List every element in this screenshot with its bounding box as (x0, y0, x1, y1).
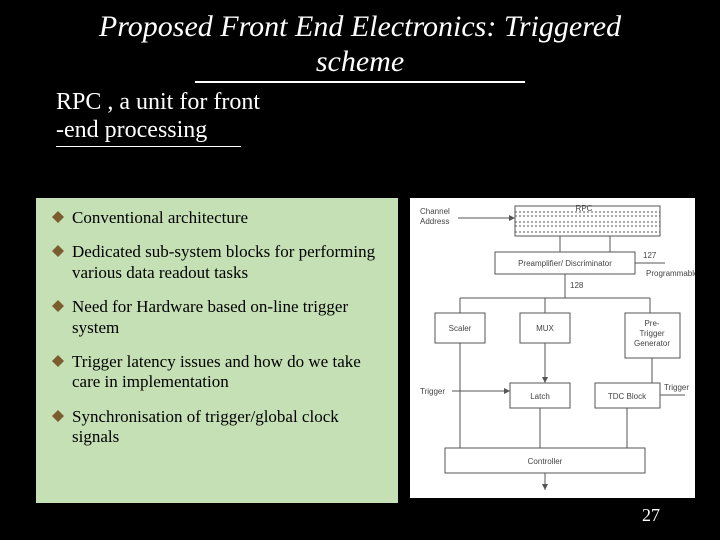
bullet-text: Conventional architecture (72, 208, 248, 228)
title-underline (195, 81, 525, 83)
list-item: Conventional architecture (52, 208, 386, 228)
diagram-label-128: 128 (570, 281, 584, 290)
diamond-bullet-icon (52, 410, 64, 422)
diagram-label-pretrigger-2: Trigger (639, 329, 664, 338)
diamond-bullet-icon (52, 245, 64, 257)
subtitle-underline (56, 146, 241, 147)
slide-subtitle: RPC , a unit for front -end processing (0, 89, 720, 144)
diagram-label-mux: MUX (536, 324, 554, 333)
diagram-label-latch: Latch (530, 392, 550, 401)
diamond-bullet-icon (52, 211, 64, 223)
bullet-text: Need for Hardware based on-line trigger … (72, 297, 386, 338)
diamond-bullet-icon (52, 300, 64, 312)
list-item: Need for Hardware based on-line trigger … (52, 297, 386, 338)
diagram-label-programmable: Programmable (646, 269, 695, 278)
page-number: 27 (642, 505, 660, 526)
diagram-label-127: 127 (643, 251, 657, 260)
block-diagram: RPC Channel Address Preamplifier/ Discri… (410, 198, 695, 498)
bullet-text: Synchronisation of trigger/global clock … (72, 407, 386, 448)
diagram-label-tdc: TDC Block (608, 392, 647, 401)
diagram-label-trigger-left: Trigger (420, 387, 445, 396)
diagram-label-preamp: Preamplifier/ Discriminator (518, 259, 612, 268)
bullet-text: Dedicated sub-system blocks for performi… (72, 242, 386, 283)
diagram-label-controller: Controller (528, 457, 563, 466)
subtitle-line-1: RPC , a unit for front (56, 89, 720, 117)
list-item: Trigger latency issues and how do we tak… (52, 352, 386, 393)
slide: Proposed Front End Electronics: Triggere… (0, 0, 720, 540)
list-item: Dedicated sub-system blocks for performi… (52, 242, 386, 283)
diagram-label-pretrigger-3: Generator (634, 339, 670, 348)
bullet-panel: Conventional architecture Dedicated sub-… (36, 198, 398, 503)
bullet-text: Trigger latency issues and how do we tak… (72, 352, 386, 393)
diagram-label-rpc: RPC (576, 204, 593, 213)
diagram-label-pretrigger-1: Pre- (644, 319, 659, 328)
subtitle-line-2: -end processing (56, 117, 720, 145)
slide-title: Proposed Front End Electronics: Triggere… (0, 0, 720, 81)
diagram-label-trigger-right: Trigger (664, 383, 689, 392)
diagram-svg: RPC Channel Address Preamplifier/ Discri… (410, 198, 695, 498)
diamond-bullet-icon (52, 355, 64, 367)
diagram-label-address: Address (420, 217, 449, 226)
diagram-label-scaler: Scaler (449, 324, 472, 333)
list-item: Synchronisation of trigger/global clock … (52, 407, 386, 448)
diagram-label-channel: Channel (420, 207, 450, 216)
